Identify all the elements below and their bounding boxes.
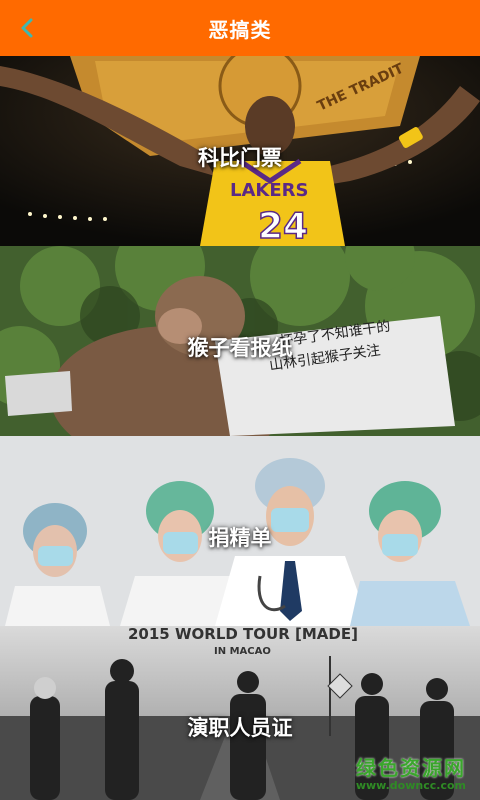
poster-subtitle: IN MACAO — [214, 646, 271, 657]
card-label: 猴子看报纸 — [187, 336, 293, 360]
watermark-line-1: 绿色资源网 — [356, 756, 466, 780]
card-label: 演职人员证 — [187, 716, 293, 740]
card-sperm-donation[interactable]: 捐精单 — [0, 436, 480, 626]
page-title: 恶搞类 — [208, 17, 272, 42]
watermark-line-2: www.downcc.com — [355, 779, 466, 792]
jersey-lakers-text: LAKERS — [230, 180, 308, 201]
card-label: 科比门票 — [198, 146, 282, 170]
card-kobe-ticket[interactable]: LAKERS 24 THE TRADIT 科比门票 — [0, 56, 480, 246]
back-chevron-icon — [21, 18, 33, 38]
watermark: 绿色资源网 www.downcc.com — [356, 752, 466, 792]
back-button[interactable] — [10, 10, 46, 46]
jersey-number-text: 24 — [258, 206, 308, 246]
card-staff-pass[interactable]: 2015 WORLD TOUR [MADE] IN MACAO 演职人员证 绿色… — [0, 626, 480, 800]
poster-title: 2015 WORLD TOUR [MADE] — [128, 626, 358, 643]
card-label: 捐精单 — [208, 526, 272, 550]
template-list: LAKERS 24 THE TRADIT 科比门票 杯孕了不知谁干的 山林引起猴… — [0, 56, 480, 800]
top-bar: 恶搞类 — [0, 0, 480, 56]
card-monkey-newspaper[interactable]: 杯孕了不知谁干的 山林引起猴子关注 猴子看报纸 — [0, 246, 480, 436]
